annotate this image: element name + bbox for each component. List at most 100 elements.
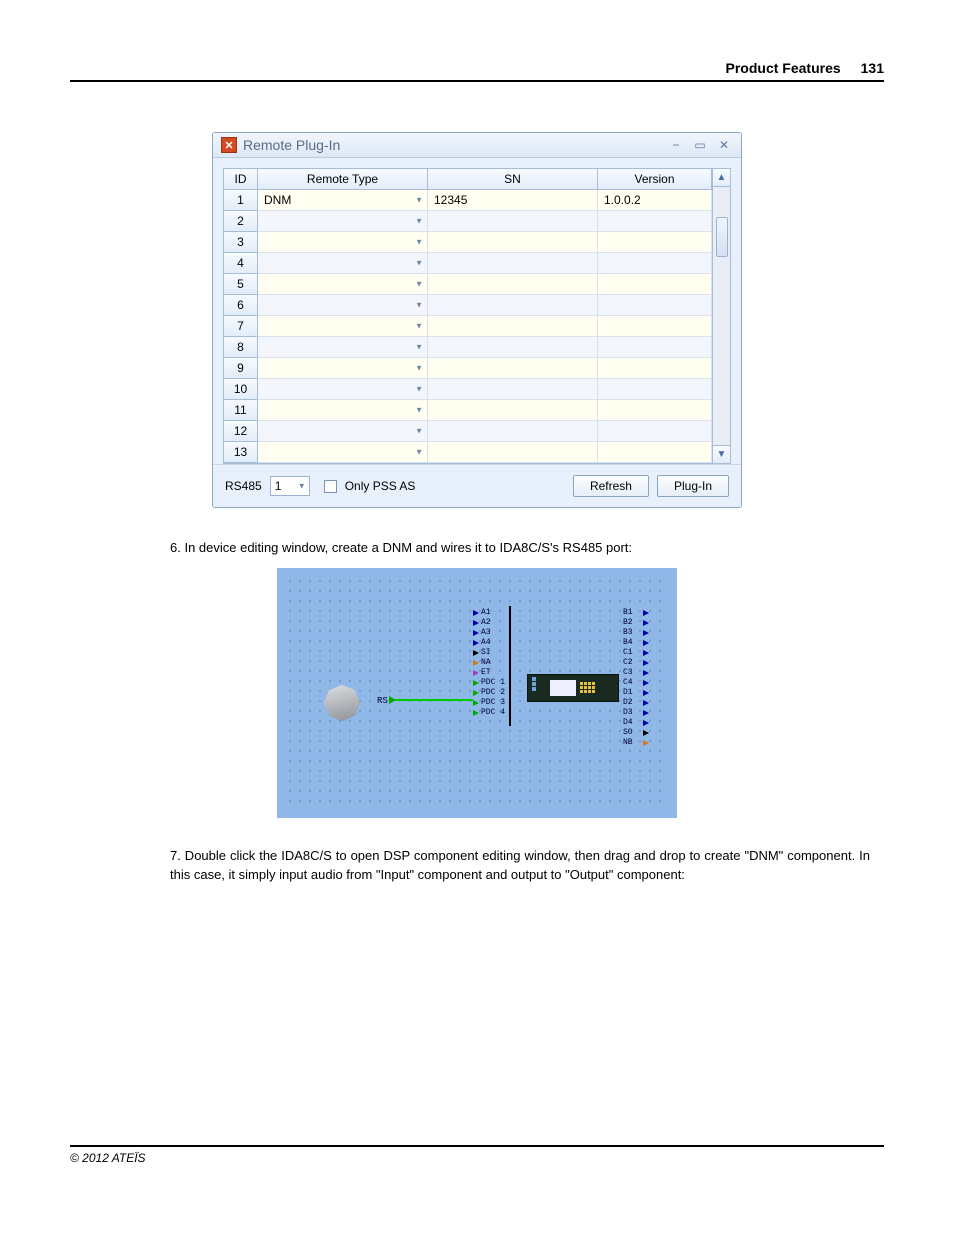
step-6-text: 6. In device editing window, create a DN… xyxy=(170,538,870,558)
cell-sn[interactable] xyxy=(428,442,598,463)
cell-type[interactable]: ▼ xyxy=(258,337,428,358)
wiring-diagram: RS A1A2A3A4SINAETPDC 1PDC 2PDC 3PDC 4 B1… xyxy=(277,568,677,818)
remote-plugin-window: ✕ Remote Plug-In − ▭ ✕ ID Remote Type SN… xyxy=(212,132,742,508)
col-id[interactable]: ID xyxy=(224,169,258,190)
cell-type[interactable]: ▼ xyxy=(258,232,428,253)
port-connector-icon xyxy=(643,730,649,736)
cell-sn[interactable] xyxy=(428,400,598,421)
cell-sn[interactable] xyxy=(428,211,598,232)
table-row[interactable]: 11 ▼ xyxy=(224,400,712,421)
port-label: C4 xyxy=(623,678,649,688)
maximize-button[interactable]: ▭ xyxy=(691,138,709,152)
chevron-down-icon[interactable]: ▼ xyxy=(298,482,306,491)
scroll-down-icon[interactable]: ▼ xyxy=(713,445,730,463)
port-connector-icon xyxy=(473,670,479,676)
rs485-label: RS485 xyxy=(225,479,262,493)
port-label: PDC 3 xyxy=(473,698,485,708)
chevron-down-icon[interactable]: ▼ xyxy=(415,259,423,268)
col-version[interactable]: Version xyxy=(598,169,712,190)
cell-sn[interactable] xyxy=(428,295,598,316)
scroll-up-icon[interactable]: ▲ xyxy=(713,169,730,187)
table-row[interactable]: 8▼ xyxy=(224,337,712,358)
cell-sn[interactable] xyxy=(428,421,598,442)
chevron-down-icon[interactable]: ▼ xyxy=(415,238,423,247)
cell-version xyxy=(598,379,712,400)
cell-type[interactable]: ▼ xyxy=(258,442,428,463)
cell-type[interactable]: ▼ xyxy=(258,274,428,295)
cell-id: 7 xyxy=(224,316,258,337)
cell-type[interactable]: ▼ xyxy=(258,316,428,337)
port-connector-icon xyxy=(473,680,479,686)
rs485-wire xyxy=(395,699,473,701)
table-row[interactable]: 7▼ xyxy=(224,316,712,337)
cell-sn[interactable] xyxy=(428,253,598,274)
cell-type[interactable]: ▼ xyxy=(258,421,428,442)
port-connector-icon xyxy=(473,700,479,706)
refresh-button[interactable]: Refresh xyxy=(573,475,649,497)
cell-sn[interactable] xyxy=(428,232,598,253)
chevron-down-icon[interactable]: ▼ xyxy=(415,196,423,205)
scroll-thumb[interactable] xyxy=(716,217,728,257)
port-label: D2 xyxy=(623,698,649,708)
cell-sn[interactable] xyxy=(428,358,598,379)
chevron-down-icon[interactable]: ▼ xyxy=(415,427,423,436)
table-row[interactable]: 13 ▼ xyxy=(224,442,712,463)
port-label: ET xyxy=(473,668,485,678)
cell-type[interactable]: ▼ xyxy=(258,379,428,400)
port-connector-icon xyxy=(643,660,649,666)
port-connector-icon xyxy=(473,650,479,656)
table-row[interactable]: 4▼ xyxy=(224,253,712,274)
cell-sn[interactable]: 12345 xyxy=(428,190,598,211)
table-row[interactable]: 2▼ xyxy=(224,211,712,232)
window-titlebar[interactable]: ✕ Remote Plug-In − ▭ ✕ xyxy=(213,133,741,158)
ida8-left-ports: A1A2A3A4SINAETPDC 1PDC 2PDC 3PDC 4 xyxy=(473,608,485,718)
chevron-down-icon[interactable]: ▼ xyxy=(415,301,423,310)
chevron-down-icon[interactable]: ▼ xyxy=(415,343,423,352)
port-label: A1 xyxy=(473,608,485,618)
table-row[interactable]: 3▼ xyxy=(224,232,712,253)
cell-sn[interactable] xyxy=(428,316,598,337)
app-icon: ✕ xyxy=(221,137,237,153)
cell-id: 13 xyxy=(224,442,258,463)
chevron-down-icon[interactable]: ▼ xyxy=(415,322,423,331)
minimize-button[interactable]: − xyxy=(667,138,685,152)
close-button[interactable]: ✕ xyxy=(715,138,733,152)
rs485-select[interactable]: 1 ▼ xyxy=(270,476,310,496)
chevron-down-icon[interactable]: ▼ xyxy=(415,364,423,373)
cell-type[interactable]: ▼ xyxy=(258,358,428,379)
port-connector-icon xyxy=(643,650,649,656)
chevron-down-icon[interactable]: ▼ xyxy=(415,448,423,457)
port-connector-icon xyxy=(643,620,649,626)
port-label: D4 xyxy=(623,718,649,728)
table-row[interactable]: 9▼ xyxy=(224,358,712,379)
col-sn[interactable]: SN xyxy=(428,169,598,190)
chevron-down-icon[interactable]: ▼ xyxy=(415,280,423,289)
cell-type[interactable]: ▼ xyxy=(258,253,428,274)
rs-port-label: RS xyxy=(377,696,388,706)
cell-sn[interactable] xyxy=(428,274,598,295)
cell-type[interactable]: ▼ xyxy=(258,400,428,421)
cell-type[interactable]: ▼ xyxy=(258,211,428,232)
table-row[interactable]: 6▼ xyxy=(224,295,712,316)
cell-sn[interactable] xyxy=(428,379,598,400)
plugin-button[interactable]: Plug-In xyxy=(657,475,729,497)
only-pss-checkbox[interactable] xyxy=(324,480,337,493)
table-row[interactable]: 1DNM▼123451.0.0.2 xyxy=(224,190,712,211)
cell-version xyxy=(598,337,712,358)
chevron-down-icon[interactable]: ▼ xyxy=(415,406,423,415)
col-type[interactable]: Remote Type xyxy=(258,169,428,190)
vertical-scrollbar[interactable]: ▲ ▼ xyxy=(713,168,731,464)
chevron-down-icon[interactable]: ▼ xyxy=(415,217,423,226)
table-row[interactable]: 5▼ xyxy=(224,274,712,295)
port-label: SI xyxy=(473,648,485,658)
cell-version xyxy=(598,442,712,463)
cell-id: 11 xyxy=(224,400,258,421)
chevron-down-icon[interactable]: ▼ xyxy=(415,385,423,394)
table-row[interactable]: 10▼ xyxy=(224,379,712,400)
cell-id: 5 xyxy=(224,274,258,295)
cell-id: 9 xyxy=(224,358,258,379)
cell-sn[interactable] xyxy=(428,337,598,358)
table-row[interactable]: 12▼ xyxy=(224,421,712,442)
cell-type[interactable]: ▼ xyxy=(258,295,428,316)
cell-type[interactable]: DNM▼ xyxy=(258,190,428,211)
